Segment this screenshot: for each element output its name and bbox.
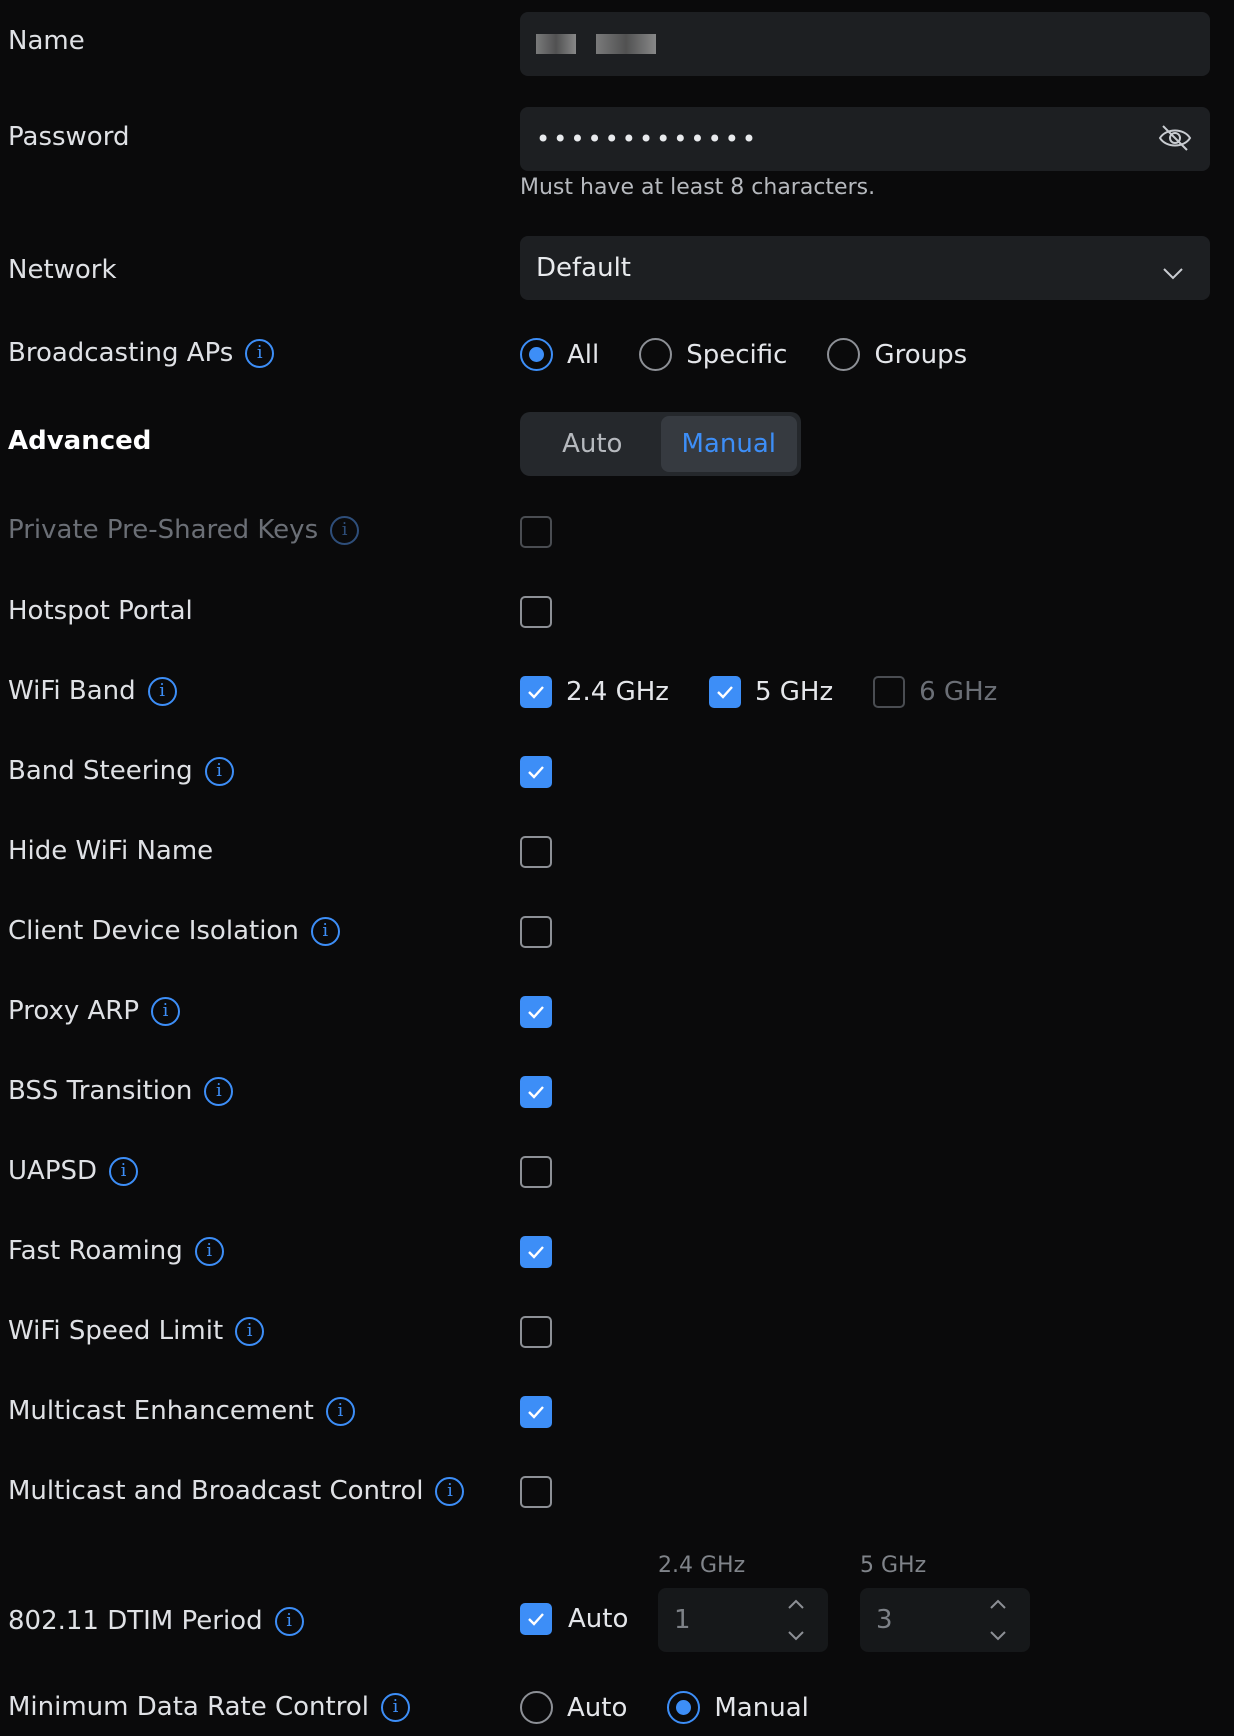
dtim-5-caption: 5 GHz xyxy=(860,1553,927,1578)
advanced-auto-button[interactable]: Auto xyxy=(524,416,661,472)
isolation-checkbox[interactable] xyxy=(520,916,552,948)
eye-off-icon[interactable] xyxy=(1158,123,1192,160)
info-icon[interactable]: i xyxy=(274,1606,304,1636)
dtim-auto-checkbox[interactable] xyxy=(520,1603,552,1635)
network-select[interactable]: Default xyxy=(520,236,1210,300)
checkbox-icon xyxy=(873,676,906,708)
band-steering-label: Band Steering i xyxy=(8,756,234,786)
info-icon[interactable]: i xyxy=(204,756,234,786)
info-icon[interactable]: i xyxy=(325,1396,355,1426)
radio-groups[interactable]: Groups xyxy=(827,338,967,371)
hide-wifi-name-checkbox[interactable] xyxy=(520,836,552,868)
redacted-name-block xyxy=(596,34,656,54)
ppsk-checkbox[interactable] xyxy=(520,516,552,548)
multicast-enhancement-label: Multicast Enhancement i xyxy=(8,1396,355,1426)
dtim-5-input[interactable]: 3 xyxy=(860,1588,1030,1652)
info-icon[interactable]: i xyxy=(109,1156,139,1186)
band-5-checkbox[interactable]: 5 GHz xyxy=(708,676,833,708)
info-icon[interactable]: i xyxy=(310,916,340,946)
checkmark-icon xyxy=(708,676,741,708)
wifi-band-label: WiFi Band i xyxy=(8,676,177,706)
proxy-arp-checkbox[interactable] xyxy=(520,996,552,1028)
advanced-segmented-control: Auto Manual xyxy=(520,412,801,476)
multicast-enhancement-checkbox[interactable] xyxy=(520,1396,552,1428)
mcast-bcast-label: Multicast and Broadcast Control i xyxy=(8,1476,465,1506)
radio-icon xyxy=(639,338,673,371)
min-rate-label: Minimum Data Rate Control i xyxy=(8,1692,410,1722)
hide-wifi-name-label: Hide WiFi Name xyxy=(8,836,214,866)
info-icon[interactable]: i xyxy=(151,996,181,1026)
mcast-bcast-checkbox[interactable] xyxy=(520,1476,552,1508)
hotspot-label: Hotspot Portal xyxy=(8,596,193,626)
band-6-checkbox[interactable]: 6 GHz xyxy=(873,676,997,708)
dtim-5-value: 3 xyxy=(876,1605,893,1635)
ppsk-label: Private Pre-Shared Keys i xyxy=(8,515,360,545)
hotspot-checkbox[interactable] xyxy=(520,596,552,628)
info-icon[interactable]: i xyxy=(330,515,360,545)
proxy-arp-label: Proxy ARP i xyxy=(8,996,181,1026)
broadcasting-aps-label: Broadcasting APs i xyxy=(8,338,275,368)
min-rate-options: Auto Manual xyxy=(520,1691,833,1724)
password-value: ••••••••••••• xyxy=(536,125,760,153)
advanced-label: Advanced xyxy=(8,426,152,456)
dtim-auto-label: Auto xyxy=(568,1604,629,1634)
name-label: Name xyxy=(8,26,85,56)
stepper-icon[interactable] xyxy=(786,1598,806,1649)
bss-transition-label: BSS Transition i xyxy=(8,1076,234,1106)
name-input[interactable] xyxy=(520,12,1210,76)
dtim-24-caption: 2.4 GHz xyxy=(658,1553,746,1578)
radio-icon xyxy=(520,1691,553,1724)
stepper-icon[interactable] xyxy=(988,1598,1008,1649)
fast-roaming-checkbox[interactable] xyxy=(520,1236,552,1268)
checkmark-icon xyxy=(520,676,552,708)
info-icon[interactable]: i xyxy=(435,1476,465,1506)
info-icon[interactable]: i xyxy=(245,338,275,368)
radio-icon xyxy=(667,1691,701,1724)
info-icon[interactable]: i xyxy=(147,676,177,706)
radio-icon xyxy=(520,338,553,371)
wifi-band-options: 2.4 GHz 5 GHz 6 GHz xyxy=(520,676,1021,708)
radio-all[interactable]: All xyxy=(520,338,599,371)
password-label: Password xyxy=(8,122,130,152)
network-label: Network xyxy=(8,255,117,285)
speed-limit-checkbox[interactable] xyxy=(520,1316,552,1348)
password-hint: Must have at least 8 characters. xyxy=(520,175,876,200)
chevron-down-icon xyxy=(1162,258,1184,288)
speed-limit-label: WiFi Speed Limit i xyxy=(8,1316,265,1346)
dtim-label: 802.11 DTIM Period i xyxy=(8,1606,304,1636)
min-rate-manual-radio[interactable]: Manual xyxy=(667,1691,809,1724)
isolation-label: Client Device Isolation i xyxy=(8,916,340,946)
band-24-checkbox[interactable]: 2.4 GHz xyxy=(520,676,669,708)
info-icon[interactable]: i xyxy=(204,1076,234,1106)
redacted-name-block xyxy=(536,34,576,54)
uapsd-checkbox[interactable] xyxy=(520,1156,552,1188)
bss-transition-checkbox[interactable] xyxy=(520,1076,552,1108)
dtim-auto[interactable]: Auto xyxy=(520,1603,628,1635)
info-icon[interactable]: i xyxy=(235,1316,265,1346)
password-input[interactable]: ••••••••••••• xyxy=(520,107,1210,171)
network-value: Default xyxy=(536,253,631,283)
min-rate-auto-radio[interactable]: Auto xyxy=(520,1691,627,1724)
band-steering-checkbox[interactable] xyxy=(520,756,552,788)
uapsd-label: UAPSD i xyxy=(8,1156,139,1186)
radio-icon xyxy=(827,338,861,371)
info-icon[interactable]: i xyxy=(380,1692,410,1722)
broadcasting-aps-options: All Specific Groups xyxy=(520,338,991,371)
info-icon[interactable]: i xyxy=(194,1236,224,1266)
dtim-24-input[interactable]: 1 xyxy=(658,1588,828,1652)
radio-specific[interactable]: Specific xyxy=(639,338,787,371)
fast-roaming-label: Fast Roaming i xyxy=(8,1236,224,1266)
advanced-manual-button[interactable]: Manual xyxy=(660,416,797,472)
dtim-24-value: 1 xyxy=(674,1605,691,1635)
